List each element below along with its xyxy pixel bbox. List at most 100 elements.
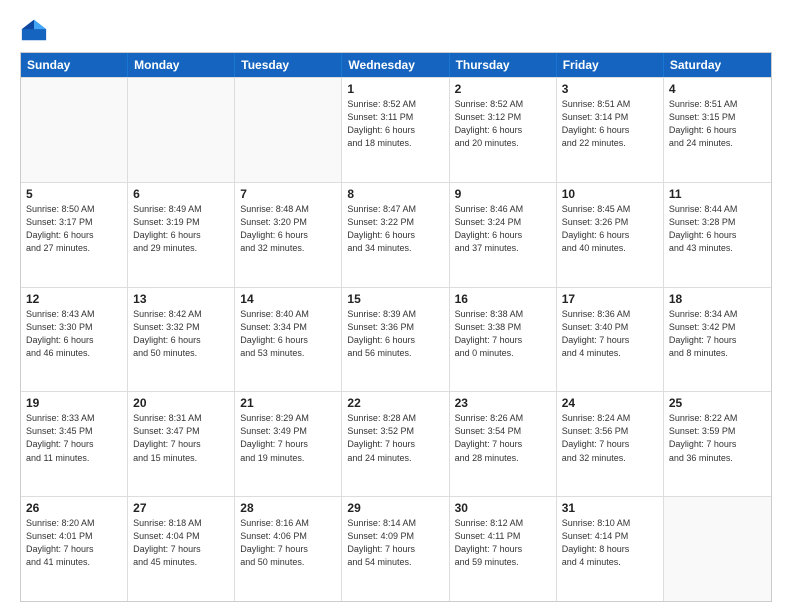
cell-text: Sunrise: 8:52 AM Sunset: 3:11 PM Dayligh… [347, 98, 443, 150]
calendar-week-1: 1 Sunrise: 8:52 AM Sunset: 3:11 PM Daylig… [21, 77, 771, 182]
calendar-cell: 15 Sunrise: 8:39 AM Sunset: 3:36 PM Dayli… [342, 288, 449, 392]
cell-text: Sunrise: 8:48 AM Sunset: 3:20 PM Dayligh… [240, 203, 336, 255]
cell-text: Sunrise: 8:36 AM Sunset: 3:40 PM Dayligh… [562, 308, 658, 360]
day-number: 15 [347, 292, 443, 306]
calendar-cell: 4 Sunrise: 8:51 AM Sunset: 3:15 PM Daylig… [664, 78, 771, 182]
day-number: 28 [240, 501, 336, 515]
day-number: 11 [669, 187, 766, 201]
cell-text: Sunrise: 8:39 AM Sunset: 3:36 PM Dayligh… [347, 308, 443, 360]
calendar-cell [21, 78, 128, 182]
calendar-cell: 19Sunrise: 8:33 AM Sunset: 3:45 PM Dayli… [21, 392, 128, 496]
calendar-cell: 14 Sunrise: 8:40 AM Sunset: 3:34 PM Dayli… [235, 288, 342, 392]
calendar-cell: 31Sunrise: 8:10 AM Sunset: 4:14 PM Dayli… [557, 497, 664, 601]
calendar-cell: 1 Sunrise: 8:52 AM Sunset: 3:11 PM Daylig… [342, 78, 449, 182]
calendar-week-4: 19Sunrise: 8:33 AM Sunset: 3:45 PM Dayli… [21, 391, 771, 496]
calendar-cell: 29 Sunrise: 8:14 AM Sunset: 4:09 PM Dayli… [342, 497, 449, 601]
day-number: 16 [455, 292, 551, 306]
calendar-cell [664, 497, 771, 601]
cell-text: Sunrise: 8:29 AM Sunset: 3:49 PM Dayligh… [240, 412, 336, 464]
calendar-cell: 28 Sunrise: 8:16 AM Sunset: 4:06 PM Dayli… [235, 497, 342, 601]
day-number: 22 [347, 396, 443, 410]
cell-text: Sunrise: 8:26 AM Sunset: 3:54 PM Dayligh… [455, 412, 551, 464]
cell-text: Sunrise: 8:16 AM Sunset: 4:06 PM Dayligh… [240, 517, 336, 569]
day-number: 1 [347, 82, 443, 96]
calendar-cell: 25 Sunrise: 8:22 AM Sunset: 3:59 PM Dayli… [664, 392, 771, 496]
cell-text: Sunrise: 8:43 AM Sunset: 3:30 PM Dayligh… [26, 308, 122, 360]
cell-text: Sunrise: 8:34 AM Sunset: 3:42 PM Dayligh… [669, 308, 766, 360]
logo [20, 16, 52, 44]
cell-text: Sunrise: 8:46 AM Sunset: 3:24 PM Dayligh… [455, 203, 551, 255]
calendar-cell [235, 78, 342, 182]
calendar-cell: 21Sunrise: 8:29 AM Sunset: 3:49 PM Dayli… [235, 392, 342, 496]
calendar-cell: 12 Sunrise: 8:43 AM Sunset: 3:30 PM Dayli… [21, 288, 128, 392]
header-day-saturday: Saturday [664, 53, 771, 77]
header-day-wednesday: Wednesday [342, 53, 449, 77]
calendar-cell: 10Sunrise: 8:45 AM Sunset: 3:26 PM Dayli… [557, 183, 664, 287]
day-number: 17 [562, 292, 658, 306]
header [20, 16, 772, 44]
calendar-body: 1 Sunrise: 8:52 AM Sunset: 3:11 PM Daylig… [21, 77, 771, 601]
calendar-cell: 18 Sunrise: 8:34 AM Sunset: 3:42 PM Dayli… [664, 288, 771, 392]
header-day-thursday: Thursday [450, 53, 557, 77]
header-day-friday: Friday [557, 53, 664, 77]
day-number: 8 [347, 187, 443, 201]
day-number: 9 [455, 187, 551, 201]
calendar-cell: 7 Sunrise: 8:48 AM Sunset: 3:20 PM Daylig… [235, 183, 342, 287]
cell-text: Sunrise: 8:14 AM Sunset: 4:09 PM Dayligh… [347, 517, 443, 569]
calendar-cell: 2 Sunrise: 8:52 AM Sunset: 3:12 PM Daylig… [450, 78, 557, 182]
day-number: 18 [669, 292, 766, 306]
page: SundayMondayTuesdayWednesdayThursdayFrid… [0, 0, 792, 612]
cell-text: Sunrise: 8:28 AM Sunset: 3:52 PM Dayligh… [347, 412, 443, 464]
cell-text: Sunrise: 8:31 AM Sunset: 3:47 PM Dayligh… [133, 412, 229, 464]
calendar-cell: 24 Sunrise: 8:24 AM Sunset: 3:56 PM Dayli… [557, 392, 664, 496]
day-number: 30 [455, 501, 551, 515]
day-number: 27 [133, 501, 229, 515]
calendar-cell: 20 Sunrise: 8:31 AM Sunset: 3:47 PM Dayli… [128, 392, 235, 496]
calendar-week-3: 12 Sunrise: 8:43 AM Sunset: 3:30 PM Dayli… [21, 287, 771, 392]
day-number: 29 [347, 501, 443, 515]
calendar-cell: 26Sunrise: 8:20 AM Sunset: 4:01 PM Dayli… [21, 497, 128, 601]
cell-text: Sunrise: 8:40 AM Sunset: 3:34 PM Dayligh… [240, 308, 336, 360]
day-number: 31 [562, 501, 658, 515]
cell-text: Sunrise: 8:24 AM Sunset: 3:56 PM Dayligh… [562, 412, 658, 464]
cell-text: Sunrise: 8:38 AM Sunset: 3:38 PM Dayligh… [455, 308, 551, 360]
day-number: 6 [133, 187, 229, 201]
day-number: 7 [240, 187, 336, 201]
day-number: 4 [669, 82, 766, 96]
cell-text: Sunrise: 8:18 AM Sunset: 4:04 PM Dayligh… [133, 517, 229, 569]
cell-text: Sunrise: 8:51 AM Sunset: 3:15 PM Dayligh… [669, 98, 766, 150]
calendar-cell: 22 Sunrise: 8:28 AM Sunset: 3:52 PM Dayli… [342, 392, 449, 496]
calendar-cell: 3 Sunrise: 8:51 AM Sunset: 3:14 PM Daylig… [557, 78, 664, 182]
header-day-sunday: Sunday [21, 53, 128, 77]
day-number: 5 [26, 187, 122, 201]
day-number: 12 [26, 292, 122, 306]
calendar-week-5: 26Sunrise: 8:20 AM Sunset: 4:01 PM Dayli… [21, 496, 771, 601]
day-number: 14 [240, 292, 336, 306]
day-number: 2 [455, 82, 551, 96]
cell-text: Sunrise: 8:22 AM Sunset: 3:59 PM Dayligh… [669, 412, 766, 464]
day-number: 25 [669, 396, 766, 410]
calendar: SundayMondayTuesdayWednesdayThursdayFrid… [20, 52, 772, 602]
day-number: 10 [562, 187, 658, 201]
day-number: 19 [26, 396, 122, 410]
calendar-cell: 13 Sunrise: 8:42 AM Sunset: 3:32 PM Dayli… [128, 288, 235, 392]
calendar-cell: 6Sunrise: 8:49 AM Sunset: 3:19 PM Daylig… [128, 183, 235, 287]
cell-text: Sunrise: 8:47 AM Sunset: 3:22 PM Dayligh… [347, 203, 443, 255]
cell-text: Sunrise: 8:42 AM Sunset: 3:32 PM Dayligh… [133, 308, 229, 360]
calendar-cell: 11Sunrise: 8:44 AM Sunset: 3:28 PM Dayli… [664, 183, 771, 287]
calendar-cell: 9 Sunrise: 8:46 AM Sunset: 3:24 PM Daylig… [450, 183, 557, 287]
day-number: 13 [133, 292, 229, 306]
calendar-cell [128, 78, 235, 182]
cell-text: Sunrise: 8:50 AM Sunset: 3:17 PM Dayligh… [26, 203, 122, 255]
logo-icon [20, 16, 48, 44]
day-number: 23 [455, 396, 551, 410]
cell-text: Sunrise: 8:51 AM Sunset: 3:14 PM Dayligh… [562, 98, 658, 150]
day-number: 20 [133, 396, 229, 410]
day-number: 3 [562, 82, 658, 96]
calendar-cell: 17 Sunrise: 8:36 AM Sunset: 3:40 PM Dayli… [557, 288, 664, 392]
calendar-cell: 23 Sunrise: 8:26 AM Sunset: 3:54 PM Dayli… [450, 392, 557, 496]
calendar-cell: 16 Sunrise: 8:38 AM Sunset: 3:38 PM Dayli… [450, 288, 557, 392]
day-number: 24 [562, 396, 658, 410]
cell-text: Sunrise: 8:52 AM Sunset: 3:12 PM Dayligh… [455, 98, 551, 150]
calendar-cell: 27 Sunrise: 8:18 AM Sunset: 4:04 PM Dayli… [128, 497, 235, 601]
